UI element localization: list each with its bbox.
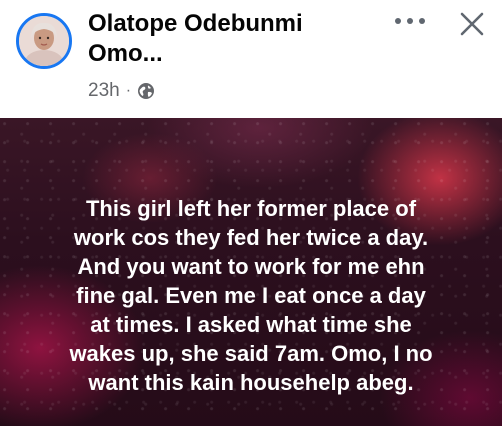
more-options-button[interactable] [387,6,433,36]
post-text-line: wakes up, she said 7am. Omo, I no [69,341,433,366]
post-header: Olatope Odebunmi Omo... 23h · [0,0,502,118]
globe-icon [137,82,155,100]
post-text-line: work cos they fed her twice a day. [73,225,429,250]
close-button[interactable] [452,4,492,44]
close-icon [460,12,484,36]
post-text-line: want this kain househelp abeg. [88,370,414,395]
post-background: This girl left her former place of work … [0,118,502,426]
post-text-line: at times. I asked what time she [90,312,412,337]
more-horizontal-icon [395,18,425,24]
post-meta: 23h · [88,80,155,102]
post-text: This girl left her former place of work … [18,194,484,397]
author-name[interactable]: Olatope Odebunmi [88,10,388,38]
post-time[interactable]: 23h [88,80,120,102]
post-text-line: And you want to work for me ehn [77,254,425,279]
post-subtitle: Omo... [88,40,163,67]
post-text-line: This girl left her former place of [85,196,417,221]
avatar[interactable] [16,13,72,69]
meta-separator: · [125,82,132,99]
post-text-line: fine gal. Even me I eat once a day [76,283,426,308]
